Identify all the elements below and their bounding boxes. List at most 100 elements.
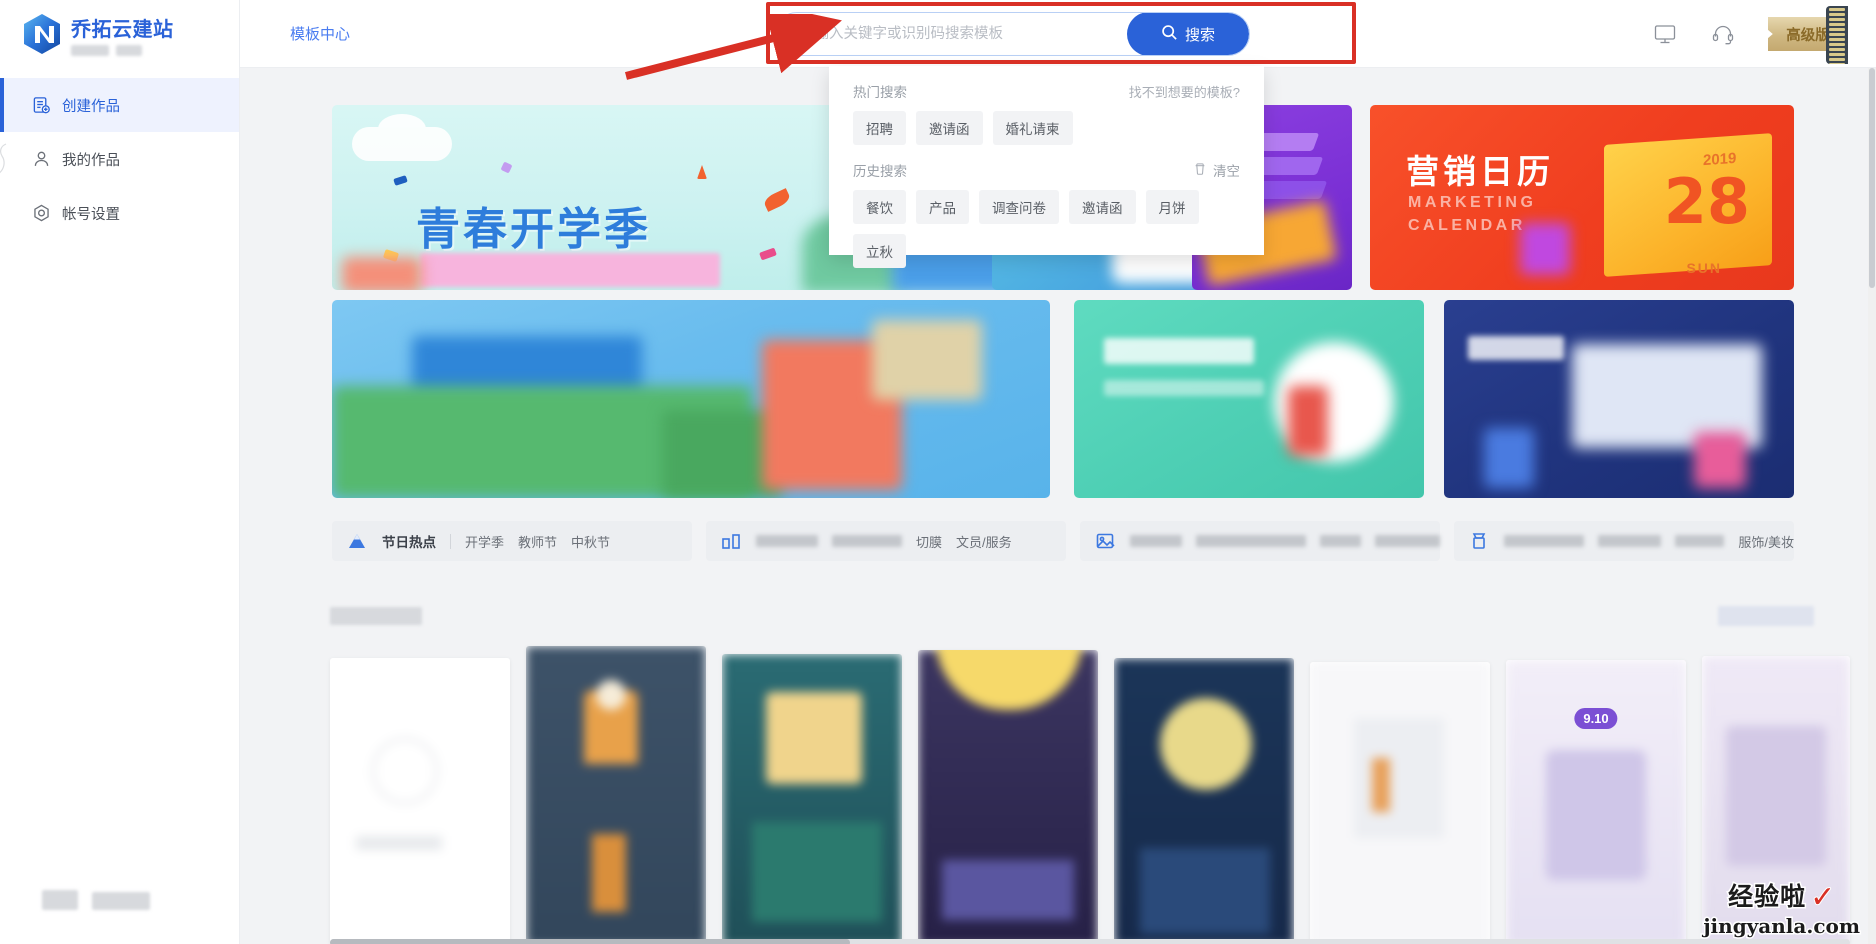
marketing-subtitle-line2: CALENDAR	[1408, 217, 1526, 234]
nav-template-center[interactable]: 模板中心	[282, 23, 358, 44]
tagbar-label-blurred	[1196, 535, 1306, 547]
sidebar-item-account-settings[interactable]: 帐号设置	[0, 186, 239, 240]
decorative-edge-art	[0, 140, 14, 180]
section-title-blurred	[330, 607, 422, 628]
template-card[interactable]	[1114, 658, 1294, 944]
template-card[interactable]	[1310, 662, 1490, 944]
tagbar-label-blurred	[1130, 535, 1183, 547]
clear-history-button[interactable]: 清空	[1193, 160, 1240, 180]
template-card[interactable]: 9.10	[1506, 660, 1686, 944]
template-grid-scrollbar[interactable]	[330, 939, 1850, 944]
sidebar: 乔拓云建站 创建作品 我的作品 帐号设置	[0, 0, 240, 944]
tagbar-label-blurred	[1319, 535, 1361, 547]
category-tagbar-row: 节日热点 开学季 教师节 中秋节 切膜 文员/服务 服饰/美妆	[332, 521, 1794, 565]
banner-text-blur	[1104, 338, 1254, 364]
cannot-find-template-link[interactable]: 找不到想要的模板?	[1129, 82, 1240, 101]
template-badge-910: 9.10	[1574, 708, 1618, 729]
tagbar-scene	[1080, 521, 1440, 561]
banner-lower-row	[332, 300, 1794, 500]
hot-search-title: 热门搜索	[853, 85, 907, 100]
page-scrollbar-thumb[interactable]	[1869, 68, 1875, 288]
search-shell: 搜索	[775, 12, 1250, 56]
history-tag[interactable]: 邀请函	[1069, 190, 1136, 224]
history-tag[interactable]: 调查问卷	[979, 190, 1059, 224]
history-search-tags: 餐饮 产品 调查问卷 邀请函 月饼 立秋	[853, 190, 1240, 268]
history-search-section: 历史搜索 清空 餐饮 产品 调查问卷 邀请函 月饼 立秋	[829, 145, 1264, 268]
banner-art-blur	[1520, 223, 1570, 275]
history-tag[interactable]: 月饼	[1145, 190, 1199, 224]
search-button-label: 搜索	[1184, 26, 1215, 44]
tagbar-item[interactable]: 服饰/美妆	[1738, 532, 1794, 551]
industry-icon	[720, 530, 742, 552]
hot-tag[interactable]: 邀请函	[916, 111, 983, 145]
tagbar-item[interactable]: 中秋节	[571, 532, 610, 551]
top-nav: 模板中心	[240, 0, 358, 67]
tagbar-label-blurred	[1598, 535, 1662, 547]
template-card[interactable]	[1702, 656, 1850, 944]
brand-text-group: 乔拓云建站	[71, 13, 174, 56]
template-card[interactable]	[330, 658, 510, 944]
hot-search-section: 热门搜索 找不到想要的模板? 招聘 邀请函 婚礼请柬	[829, 66, 1264, 145]
hot-tag[interactable]: 婚礼请柬	[992, 111, 1073, 145]
monitor-icon[interactable]	[1652, 21, 1678, 47]
sidebar-item-label: 我的作品	[62, 152, 120, 169]
hero-banner-title: 青春开学季	[416, 204, 651, 255]
brand-header[interactable]: 乔拓云建站	[0, 0, 239, 68]
banner-card-landscape[interactable]	[332, 300, 1050, 498]
trash-icon	[1193, 162, 1207, 179]
marketing-subtitle-line1: MARKETING	[1408, 194, 1537, 211]
mountain-hot-icon	[346, 530, 368, 552]
search-button[interactable]: 搜索	[1127, 13, 1249, 55]
premium-badge-label: 高级版	[1786, 27, 1830, 44]
side-panel-strip[interactable]	[1826, 6, 1848, 64]
search-input[interactable]	[776, 13, 1127, 55]
history-tag[interactable]: 餐饮	[853, 190, 906, 224]
template-card[interactable]	[722, 654, 902, 944]
banner-card-teal[interactable]	[1074, 300, 1424, 498]
tagbar-label-blurred	[1504, 535, 1585, 547]
banner-card-marketing-calendar[interactable]: 营销日历 MARKETING CALENDAR 2019 28 SUN	[1370, 105, 1794, 290]
tagbar-main-label[interactable]: 节日热点	[382, 531, 436, 551]
cloud-decoration	[352, 114, 452, 161]
confetti	[393, 175, 408, 186]
template-card[interactable]	[918, 650, 1098, 944]
history-tag[interactable]: 立秋	[853, 234, 906, 268]
top-header: 模板中心 搜索	[240, 0, 1876, 68]
create-document-icon	[32, 96, 51, 115]
template-card[interactable]	[526, 646, 706, 944]
banner-card-navy[interactable]	[1444, 300, 1794, 498]
calendar-day-number: 28	[1663, 165, 1750, 238]
confetti	[697, 165, 707, 179]
page-scrollbar[interactable]	[1868, 68, 1876, 944]
scrollbar-thumb[interactable]	[330, 939, 850, 944]
style-icon	[1468, 530, 1490, 552]
hot-search-tags: 招聘 邀请函 婚礼请柬	[853, 111, 1240, 145]
tagbar-item[interactable]: 切膜	[916, 532, 942, 551]
tagbar-item[interactable]: 开学季	[465, 532, 504, 551]
tagbar-item[interactable]: 教师节	[518, 532, 557, 551]
hot-tag[interactable]: 招聘	[853, 111, 906, 145]
history-search-title: 历史搜索	[853, 164, 907, 179]
sidebar-bottom-blurred	[0, 882, 240, 922]
scene-icon	[1094, 530, 1116, 552]
user-icon	[32, 150, 51, 169]
tagbar-item[interactable]: 文员/服务	[956, 532, 1012, 551]
marketing-banner-subtitle: MARKETING CALENDAR	[1408, 191, 1536, 237]
sidebar-item-create-work[interactable]: 创建作品	[0, 78, 239, 132]
sidebar-item-label: 帐号设置	[62, 206, 120, 223]
calendar-weekday: SUN	[1686, 260, 1722, 276]
history-tag[interactable]: 产品	[916, 190, 969, 224]
marketing-banner-title: 营销日历	[1406, 152, 1554, 191]
tagbar-label-blurred	[832, 535, 902, 547]
section-right-blurred	[1718, 606, 1814, 628]
sidebar-nav: 创建作品 我的作品 帐号设置	[0, 78, 239, 240]
tagbar-industry: 切膜 文员/服务	[706, 521, 1066, 561]
banner-art-blur	[1288, 386, 1328, 456]
confetti	[759, 247, 777, 261]
tagbar-label-blurred	[1374, 535, 1440, 547]
headset-icon[interactable]	[1710, 21, 1736, 47]
brand-title: 乔拓云建站	[71, 18, 174, 41]
brand-subtitle-blurred	[71, 44, 174, 56]
confetti	[500, 161, 513, 174]
sidebar-item-my-works[interactable]: 我的作品	[0, 132, 239, 186]
